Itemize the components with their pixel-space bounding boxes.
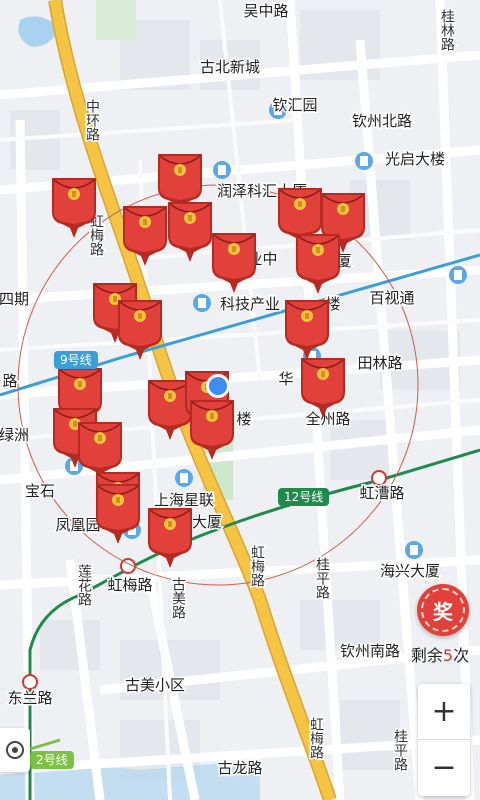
remaining-count: 剩余5次 bbox=[400, 642, 480, 666]
road-label: 虹梅路 bbox=[308, 717, 324, 759]
zoom-out-button[interactable]: − bbox=[418, 740, 470, 795]
zoom-control: + − bbox=[418, 684, 470, 796]
metro-badge-2: 2号线 bbox=[30, 751, 74, 769]
park bbox=[96, 0, 136, 40]
zoom-in-button[interactable]: + bbox=[418, 684, 470, 740]
map-label: 全州路 bbox=[305, 410, 350, 428]
map-label: 楼 bbox=[236, 410, 251, 428]
map-label: 凤凰园 bbox=[55, 516, 100, 534]
award-button[interactable]: 奖 bbox=[417, 584, 469, 636]
map-label: 钦州南路 bbox=[340, 642, 400, 660]
map-label: 宝石 bbox=[25, 482, 55, 500]
road-label: 桂林路 bbox=[439, 9, 455, 51]
road-label: 虹梅路 bbox=[249, 545, 265, 587]
map-label: 海兴大厦 bbox=[380, 562, 440, 580]
poi-building-icon bbox=[405, 541, 423, 559]
map-label: 古美小区 bbox=[125, 676, 185, 694]
poi-building-icon bbox=[193, 294, 211, 312]
map-label: 大厦 bbox=[192, 513, 222, 531]
map-label: 钦州北路 bbox=[352, 112, 412, 130]
map-label: 路 bbox=[2, 372, 17, 390]
map-label: 古北新城 bbox=[200, 58, 260, 76]
map-label: 光启大楼 bbox=[385, 150, 445, 168]
map-label: 田林路 bbox=[357, 354, 402, 372]
road-label: 中环路 bbox=[84, 99, 100, 141]
map-label: 上海星联 bbox=[154, 491, 214, 509]
metro-badge-9: 9号线 bbox=[54, 351, 98, 369]
map-label: 钦汇园 bbox=[272, 96, 317, 114]
remaining-prefix: 剩余 bbox=[410, 646, 443, 665]
remaining-suffix: 次 bbox=[453, 646, 470, 665]
map-label: 百视通 bbox=[369, 289, 414, 307]
locate-button[interactable] bbox=[0, 728, 30, 772]
poi-building-icon bbox=[355, 152, 373, 170]
poi-building-icon bbox=[449, 266, 467, 284]
metro-badge-12: 12号线 bbox=[278, 488, 330, 506]
map-label: 虹漕路 bbox=[359, 484, 404, 502]
map-label: 虹梅路 bbox=[107, 576, 152, 594]
map-label: 古龙路 bbox=[217, 759, 262, 777]
road-label: 古美路 bbox=[170, 577, 186, 619]
road-label: 桂平路 bbox=[392, 729, 408, 771]
map-label: 四期 bbox=[0, 290, 29, 308]
map-label: 科技产业 bbox=[220, 295, 280, 313]
road-label: 莲花路 bbox=[76, 564, 92, 606]
road-label: 桂平路 bbox=[314, 557, 330, 599]
map-label: 吴中路 bbox=[243, 2, 288, 20]
map-label: 绿洲 bbox=[0, 426, 29, 444]
award-label: 奖 bbox=[421, 588, 465, 632]
map-canvas[interactable]: 吴中路古北新城钦汇园钦州北路光启大楼润泽科汇大厦创业中厦科技产业楼百视通四期田林… bbox=[0, 0, 480, 800]
poi-building-icon bbox=[175, 469, 193, 487]
locate-icon bbox=[6, 741, 24, 759]
remaining-number: 5 bbox=[442, 646, 454, 665]
map-label: 东兰路 bbox=[7, 689, 52, 707]
poi-building-icon bbox=[213, 161, 231, 179]
current-location-icon bbox=[206, 374, 230, 398]
map-label: 华 bbox=[278, 370, 293, 388]
